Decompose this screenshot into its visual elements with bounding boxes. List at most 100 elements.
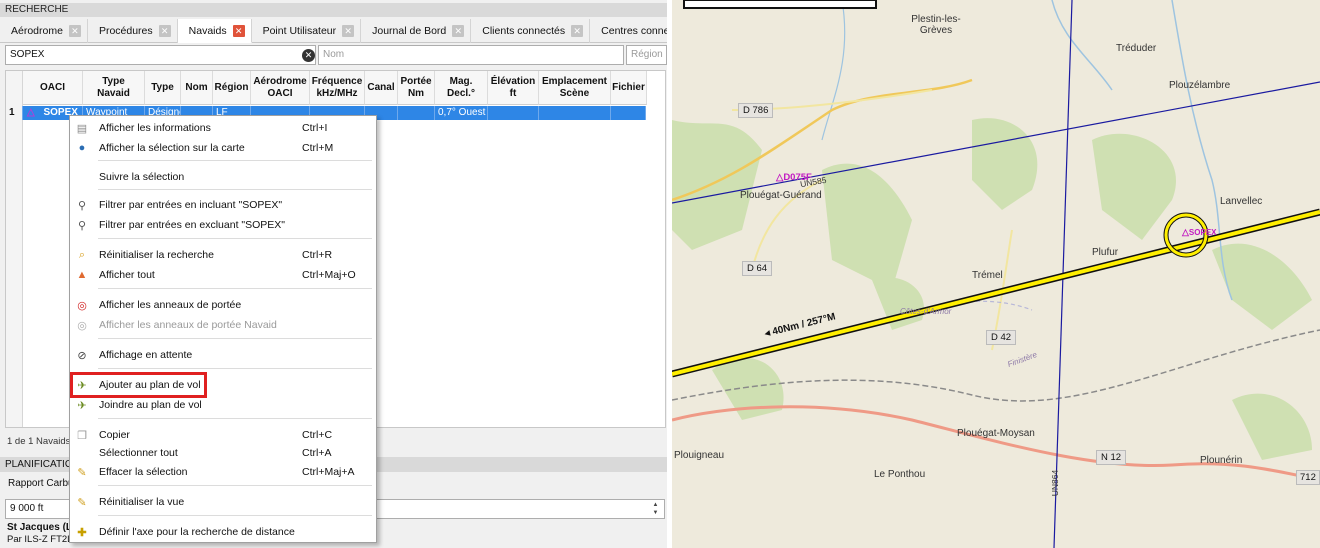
column-header-fichier[interactable]: Fichier: [611, 71, 647, 105]
menu-item-afficher-informations[interactable]: ▤ Afficher les informations Ctrl+I: [70, 119, 376, 137]
menu-item-afficher-selection-carte[interactable]: ● Afficher la sélection sur la carte Ctrl…: [70, 139, 376, 157]
clear-selection-icon: ✎: [77, 466, 87, 479]
menu-separator: [98, 338, 372, 339]
map-view[interactable]: Plestin-les-Grèves Tréduder Plouzélambre…: [672, 0, 1320, 548]
close-icon[interactable]: ✕: [158, 25, 171, 37]
reset-search-icon: ⌕: [78, 248, 86, 261]
region-filter-input[interactable]: Région: [626, 45, 667, 65]
close-icon[interactable]: ✕: [232, 24, 245, 37]
road-label-d786: D 786: [738, 103, 774, 118]
menu-separator: [98, 288, 372, 289]
map-label-treduder: Tréduder: [1116, 43, 1157, 54]
row-header-column: [6, 71, 23, 427]
holding-icon: ⊘: [77, 349, 87, 362]
column-header-type-navaid[interactable]: Type Navaid: [83, 71, 145, 105]
menu-separator: [98, 368, 372, 369]
copy-icon: ❐: [77, 429, 87, 442]
column-header-elevation[interactable]: Élévation ft: [488, 71, 539, 105]
route-departure: St Jacques (LF: [7, 522, 79, 533]
cell-fichier[interactable]: [611, 106, 646, 120]
tab-journal-de-bord[interactable]: Journal de Bord ✕: [361, 19, 472, 43]
menu-item-effacer-selection[interactable]: ✎ Effacer la sélection Ctrl+Maj+A: [70, 463, 376, 481]
column-header-canal[interactable]: Canal: [365, 71, 398, 105]
menu-item-afficher-tout[interactable]: ▲ Afficher tout Ctrl+Maj+O: [70, 266, 376, 284]
tab-centres-connectes[interactable]: Centres connectés✕: [590, 19, 667, 43]
tab-clients-connectes[interactable]: Clients connectés ✕: [471, 19, 591, 43]
oaci-filter-input[interactable]: SOPEX ✕: [5, 45, 316, 65]
tab-rapport-carburant[interactable]: Rapport Carbu: [8, 478, 74, 489]
row-number: 1: [6, 106, 23, 120]
menu-separator: [98, 189, 372, 190]
menu-item-copier[interactable]: ❐ Copier Ctrl+C: [70, 426, 376, 444]
tab-navaids[interactable]: Navaids ✕: [177, 19, 252, 43]
road-label-d42: D 42: [986, 330, 1017, 345]
map-label-cotes-armor: Côtes-d'Armor: [900, 307, 952, 316]
filter-exclude-icon: ⚲: [77, 219, 87, 232]
column-header-nom[interactable]: Nom: [181, 71, 213, 105]
filter-row: SOPEX ✕ Nom Région: [0, 45, 667, 67]
cell-portee[interactable]: [398, 106, 435, 120]
context-menu: ▤ Afficher les informations Ctrl+I ● Affi…: [69, 115, 377, 543]
menu-item-suivre-selection[interactable]: Suivre la sélection: [70, 168, 376, 186]
tab-point-utilisateur[interactable]: Point Utilisateur ✕: [252, 19, 362, 43]
column-header-region[interactable]: Région: [213, 71, 251, 105]
menu-separator: [98, 418, 372, 419]
tab-bar: Aérodrome ✕ Procédures ✕ Navaids ✕ Point Ut…: [0, 19, 667, 43]
close-icon[interactable]: ✕: [68, 25, 81, 37]
tab-procedures[interactable]: Procédures ✕: [88, 19, 178, 43]
map-label-plouigneau: Plouigneau: [674, 450, 725, 461]
cell-emplacement[interactable]: [539, 106, 611, 120]
result-count: 1 de 1 Navaids s: [7, 436, 78, 447]
map-label-plouzelambre: Plouzélambre: [1169, 80, 1231, 91]
road-label-d64: D 64: [742, 261, 773, 276]
menu-item-affichage-attente[interactable]: ⊘ Affichage en attente: [70, 346, 376, 364]
map-label-plestin: Plestin-les-Grèves: [911, 14, 961, 36]
spinner-arrows-icon[interactable]: ▲ ▼: [650, 501, 661, 517]
airway-label-un864: UN864: [1050, 469, 1061, 497]
cell-mag-decl[interactable]: 0,7° Ouest: [435, 106, 488, 120]
menu-item-anneaux-portee-navaid[interactable]: ◎ Afficher les anneaux de portée Navaid: [70, 316, 376, 334]
close-icon[interactable]: ✕: [452, 25, 465, 37]
waypoint-sopex[interactable]: △SOPEX: [1182, 227, 1217, 238]
map-label-plouegat-guerand: Plouégat-Guérand: [740, 190, 822, 201]
column-header-portee[interactable]: Portée Nm: [398, 71, 435, 105]
menu-item-filtrer-excluant[interactable]: ⚲ Filtrer par entrées en excluant "SOPEX…: [70, 216, 376, 234]
column-header-frequence[interactable]: Fréquence kHz/MHz: [310, 71, 365, 105]
nom-filter-input[interactable]: Nom: [318, 45, 624, 65]
close-icon[interactable]: ✕: [342, 25, 355, 37]
panel-title: RECHERCHE: [0, 3, 667, 17]
map-label-plufur: Plufur: [1092, 247, 1119, 258]
column-header-aerodrome[interactable]: Aérodrome OACI: [251, 71, 310, 105]
highlight-box: [70, 372, 207, 398]
menu-item-filtrer-incluant[interactable]: ⚲ Filtrer par entrées en incluant "SOPEX…: [70, 196, 376, 214]
column-header-oaci[interactable]: OACI: [23, 71, 83, 105]
append-flightplan-icon: ✈: [77, 399, 87, 412]
range-rings-icon: ◎: [77, 299, 87, 312]
navaid-range-rings-icon: ◎: [77, 319, 87, 332]
menu-item-reinitialiser-recherche[interactable]: ⌕ Réinitialiser la recherche Ctrl+R: [70, 246, 376, 264]
map-label-plounerin: Plounérin: [1200, 455, 1243, 466]
globe-icon: ●: [78, 142, 86, 154]
cell-elevation[interactable]: [488, 106, 539, 120]
route-procedure: Par ILS-Z FT2L: [7, 534, 73, 545]
column-header-mag-decl[interactable]: Mag. Decl.°: [435, 71, 488, 105]
waypoint-triangle-icon: △: [1182, 227, 1189, 237]
menu-item-joindre-plan-vol[interactable]: ✈ Joindre au plan de vol: [70, 396, 376, 414]
info-icon: ▤: [76, 122, 88, 135]
menu-item-reinitialiser-vue[interactable]: ✎ Réinitialiser la vue: [70, 493, 376, 511]
menu-item-definir-axe[interactable]: ✚ Définir l'axe pour la recherche de dis…: [70, 523, 376, 541]
clear-circle-icon[interactable]: ✕: [302, 49, 315, 62]
menu-separator: [98, 515, 372, 516]
menu-item-anneaux-portee[interactable]: ◎ Afficher les anneaux de portée: [70, 296, 376, 314]
menu-item-selectionner-tout[interactable]: Sélectionner tout Ctrl+A: [70, 444, 376, 462]
column-header-emplacement[interactable]: Emplacement Scène: [539, 71, 611, 105]
map-label-le-ponthou: Le Ponthou: [874, 469, 926, 480]
tab-aerodrome[interactable]: Aérodrome ✕: [0, 19, 88, 43]
map-label-plouegat-moysan: Plouégat-Moysan: [957, 428, 1035, 439]
map-label-lanvellec: Lanvellec: [1220, 196, 1263, 207]
column-header-type[interactable]: Type: [145, 71, 181, 105]
menu-separator: [98, 160, 372, 161]
show-all-icon: ▲: [76, 269, 88, 281]
close-icon[interactable]: ✕: [571, 25, 584, 37]
reset-view-icon: ✎: [77, 496, 87, 509]
